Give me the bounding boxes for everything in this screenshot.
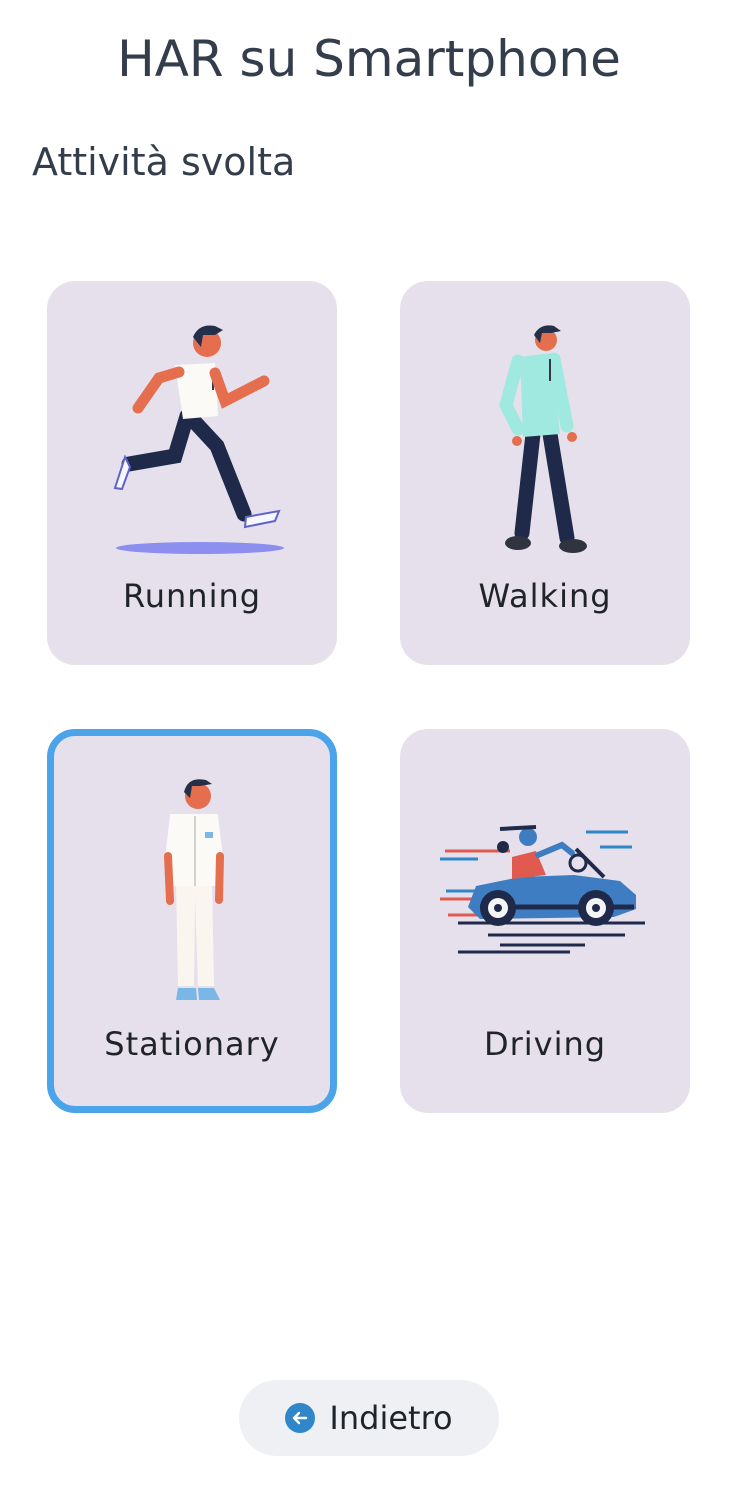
activity-label-running: Running xyxy=(122,577,262,615)
back-button[interactable]: Indietro xyxy=(239,1380,499,1456)
arrow-left-circle-icon xyxy=(285,1403,316,1433)
activity-card-running[interactable]: Running xyxy=(47,281,337,665)
back-button-label: Indietro xyxy=(329,1399,453,1437)
activity-label-stationary: Stationary xyxy=(104,1025,280,1063)
activity-card-walking[interactable]: Walking xyxy=(400,281,690,665)
activity-card-driving[interactable]: Driving xyxy=(400,729,690,1113)
activity-card-stationary[interactable]: Stationary xyxy=(47,729,337,1113)
section-title: Attività svolta xyxy=(32,140,296,184)
page-title: HAR su Smartphone xyxy=(117,30,621,88)
activity-label-driving: Driving xyxy=(483,1025,607,1063)
activity-label-walking: Walking xyxy=(478,577,612,615)
